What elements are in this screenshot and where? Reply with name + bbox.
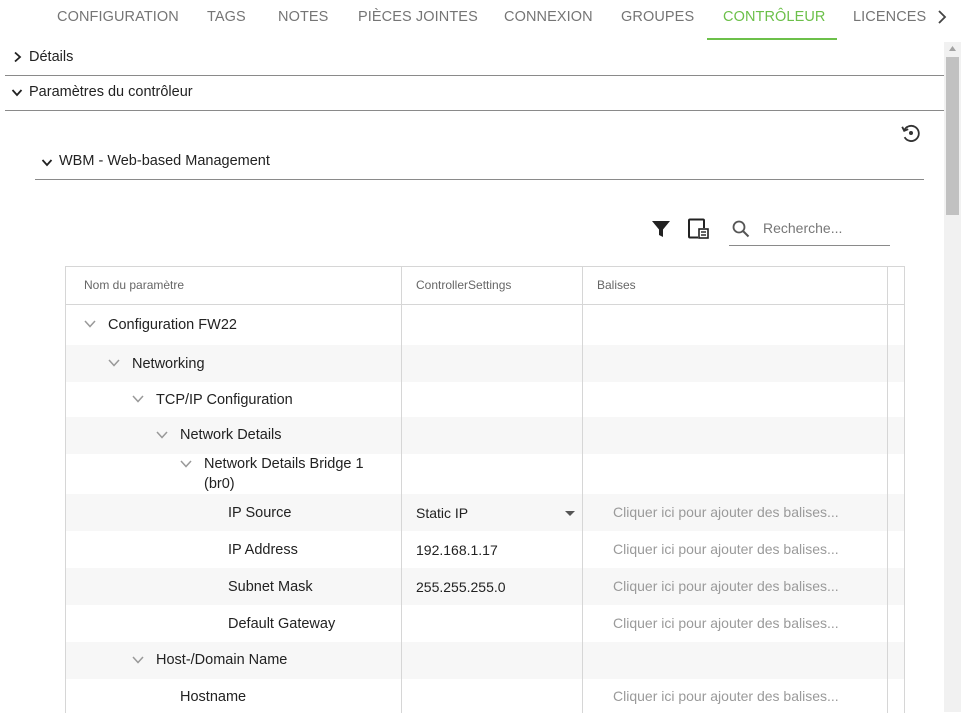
add-tags-field[interactable]: Cliquer ici pour ajouter des balises... bbox=[613, 578, 839, 594]
add-tags-field[interactable]: Cliquer ici pour ajouter des balises... bbox=[613, 615, 839, 631]
tab-notes[interactable]: NOTES bbox=[278, 0, 328, 40]
row-name: Configuration FW22 bbox=[108, 317, 237, 333]
row-name: Networking bbox=[132, 356, 205, 372]
search-box bbox=[729, 212, 890, 246]
column-header-controller-settings[interactable]: ControllerSettings bbox=[416, 267, 511, 304]
subnet-mask-value[interactable]: 255.255.255.0 bbox=[416, 579, 506, 595]
dropdown-arrow-icon[interactable] bbox=[565, 511, 575, 516]
column-divider bbox=[582, 267, 583, 713]
table-row[interactable]: Default Gateway Cliquer ici pour ajouter… bbox=[66, 605, 904, 642]
section-controller-params-label: Paramètres du contrôleur bbox=[29, 84, 193, 100]
chevron-down-icon[interactable] bbox=[132, 656, 144, 664]
row-name: Network Details Bridge 1 (br0) bbox=[204, 456, 364, 492]
table-row[interactable]: TCP/IP Configuration bbox=[66, 382, 904, 417]
chevron-down-icon bbox=[11, 89, 23, 97]
table-row[interactable]: Network Details Bridge 1 (br0) bbox=[66, 454, 904, 494]
divider bbox=[35, 179, 924, 180]
parameters-table: Nom du paramètre ControllerSettings Bali… bbox=[65, 266, 905, 713]
add-tags-field[interactable]: Cliquer ici pour ajouter des balises... bbox=[613, 541, 839, 557]
ip-address-value[interactable]: 192.168.1.17 bbox=[416, 542, 498, 558]
table-row[interactable]: Hostname Cliquer ici pour ajouter des ba… bbox=[66, 679, 904, 713]
table-row[interactable]: Networking bbox=[66, 345, 904, 382]
chevron-down-icon bbox=[41, 159, 53, 167]
row-name: IP Address bbox=[228, 542, 298, 558]
scrollbar-thumb[interactable] bbox=[946, 57, 959, 215]
table-row[interactable]: Host-/Domain Name bbox=[66, 642, 904, 679]
section-details-label: Détails bbox=[29, 49, 74, 65]
column-header-tags[interactable]: Balises bbox=[597, 267, 636, 304]
filter-icon[interactable] bbox=[650, 218, 672, 240]
table-row[interactable]: Network Details bbox=[66, 417, 904, 454]
chevron-down-icon[interactable] bbox=[108, 359, 120, 367]
chevron-right-icon bbox=[14, 51, 22, 63]
column-chooser-icon[interactable] bbox=[686, 217, 712, 241]
chevron-right-icon[interactable] bbox=[934, 6, 950, 28]
table-row[interactable]: IP Address 192.168.1.17 Cliquer ici pour… bbox=[66, 531, 904, 568]
search-input[interactable] bbox=[763, 216, 887, 240]
tab-controller[interactable]: CONTRÔLEUR bbox=[723, 0, 826, 40]
row-name: IP Source bbox=[228, 505, 292, 521]
row-name: Subnet Mask bbox=[228, 579, 313, 595]
section-wbm-label: WBM - Web-based Management bbox=[59, 153, 270, 169]
column-divider bbox=[401, 267, 402, 713]
reset-icon[interactable] bbox=[899, 121, 923, 145]
column-header-name[interactable]: Nom du paramètre bbox=[84, 267, 184, 304]
chevron-down-icon[interactable] bbox=[156, 431, 168, 439]
tab-configuration[interactable]: CONFIGURATION bbox=[57, 0, 179, 40]
tab-attachments[interactable]: PIÈCES JOINTES bbox=[358, 0, 478, 40]
column-divider bbox=[887, 267, 888, 713]
tab-groups[interactable]: GROUPES bbox=[621, 0, 694, 40]
tab-connection[interactable]: CONNEXION bbox=[504, 0, 593, 40]
search-icon bbox=[732, 220, 750, 238]
table-header: Nom du paramètre ControllerSettings Bali… bbox=[66, 267, 904, 305]
row-name: TCP/IP Configuration bbox=[156, 392, 293, 408]
section-wbm[interactable]: WBM - Web-based Management bbox=[35, 145, 924, 179]
section-details[interactable]: Détails bbox=[5, 40, 944, 74]
table-row[interactable]: IP Source Static IP Cliquer ici pour ajo… bbox=[66, 494, 904, 531]
row-name: Host-/Domain Name bbox=[156, 652, 288, 668]
scroll-up-arrow-icon[interactable] bbox=[948, 45, 957, 53]
row-name: Default Gateway bbox=[228, 616, 336, 632]
chevron-down-icon[interactable] bbox=[84, 320, 96, 328]
table-row[interactable]: Subnet Mask 255.255.255.0 Cliquer ici po… bbox=[66, 568, 904, 605]
add-tags-field[interactable]: Cliquer ici pour ajouter des balises... bbox=[613, 504, 839, 520]
row-name: Hostname bbox=[180, 689, 247, 705]
divider bbox=[5, 110, 944, 111]
ip-source-select[interactable]: Static IP bbox=[416, 505, 468, 521]
chevron-down-icon[interactable] bbox=[180, 460, 192, 468]
table-row[interactable]: Configuration FW22 bbox=[66, 305, 904, 345]
tab-licences[interactable]: LICENCES bbox=[853, 0, 926, 40]
row-name: Network Details bbox=[180, 427, 282, 443]
add-tags-field[interactable]: Cliquer ici pour ajouter des balises... bbox=[613, 688, 839, 704]
section-controller-params[interactable]: Paramètres du contrôleur bbox=[5, 75, 944, 109]
tab-bar: CONFIGURATION TAGS NOTES PIÈCES JOINTES … bbox=[0, 0, 964, 40]
chevron-down-icon[interactable] bbox=[132, 395, 144, 403]
tab-tags[interactable]: TAGS bbox=[207, 0, 246, 40]
